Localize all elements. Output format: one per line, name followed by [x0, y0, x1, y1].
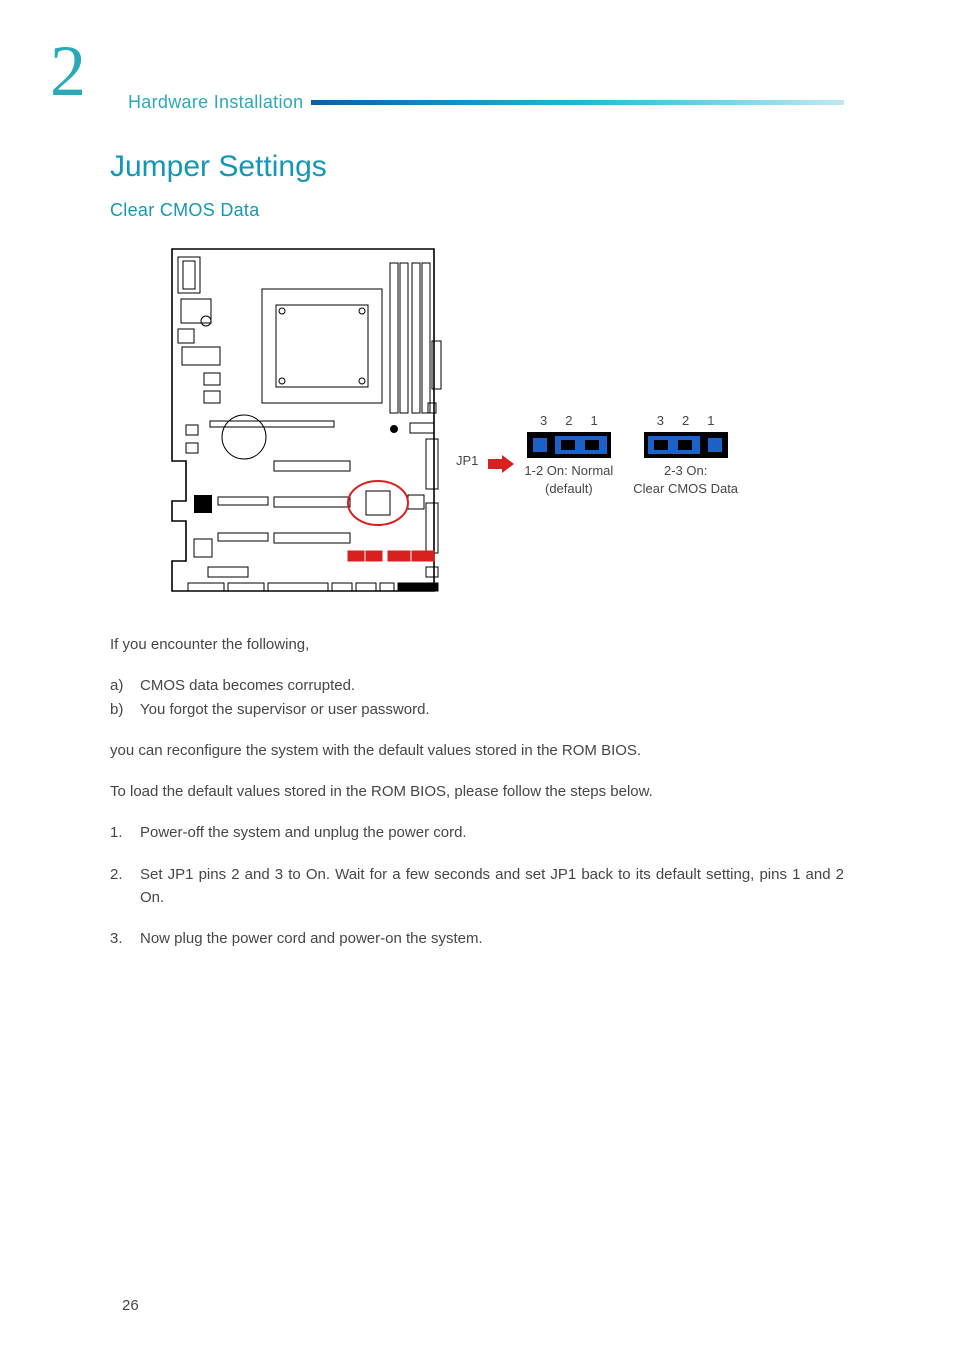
step-3-text: Now plug the power cord and power-on the…: [140, 927, 844, 950]
intro-paragraph: If you encounter the following,: [110, 633, 844, 656]
pin-label-3: 3: [540, 413, 547, 428]
jumper-state-clear: 3 2 1 2-3 On: Clear CMOS Data: [633, 413, 738, 497]
step-2-label: 2.: [110, 863, 140, 910]
step-3-label: 3.: [110, 927, 140, 950]
jumper-normal-line1: 1-2 On: Normal: [524, 462, 613, 480]
jumper-clear-line2: Clear CMOS Data: [633, 480, 738, 498]
step-2: 2. Set JP1 pins 2 and 3 to On. Wait for …: [110, 863, 844, 910]
chapter-title-small: Hardware Installation: [128, 92, 303, 113]
steps-list: 1. Power-off the system and unplug the p…: [110, 821, 844, 950]
condition-a: a) CMOS data becomes corrupted.: [110, 674, 844, 697]
subsection-heading-clear-cmos: Clear CMOS Data: [110, 200, 844, 221]
jumper-pins-normal-icon: [527, 432, 611, 458]
pin-label-2: 2: [565, 413, 572, 428]
motherboard-svg: [148, 243, 446, 597]
conditions-list: a) CMOS data becomes corrupted. b) You f…: [110, 674, 844, 721]
condition-b: b) You forgot the supervisor or user pas…: [110, 698, 844, 721]
arrow-icon: [488, 455, 514, 473]
section-heading-jumper-settings: Jumper Settings: [110, 150, 844, 184]
header-gradient-rule: [311, 100, 844, 105]
step-2-text: Set JP1 pins 2 and 3 to On. Wait for a f…: [140, 863, 844, 910]
post-conditions-paragraph: you can reconfigure the system with the …: [110, 739, 844, 762]
chapter-header-row: Hardware Installation: [128, 92, 844, 113]
pin-label-3b: 3: [657, 413, 664, 428]
condition-a-label: a): [110, 674, 140, 697]
page-number: 26: [122, 1297, 139, 1314]
motherboard-diagram: [148, 243, 446, 597]
jumper-pins-clear-icon: [644, 432, 728, 458]
condition-a-text: CMOS data becomes corrupted.: [140, 674, 355, 697]
pin-labels-normal: 3 2 1: [540, 413, 598, 428]
step-1-label: 1.: [110, 821, 140, 844]
jumper-clear-line1: 2-3 On:: [633, 462, 738, 480]
chapter-number: 2: [50, 30, 86, 113]
step-1-text: Power-off the system and unplug the powe…: [140, 821, 844, 844]
figure-row: JP1 3 2 1: [148, 243, 844, 597]
pin-labels-clear: 3 2 1: [657, 413, 715, 428]
jumper-normal-line2: (default): [524, 480, 613, 498]
jp1-label: JP1: [456, 453, 478, 468]
pin-label-2b: 2: [682, 413, 689, 428]
jumper-state-normal: 3 2 1 1-2 On: Normal (default): [524, 413, 613, 497]
steps-intro-paragraph: To load the default values stored in the…: [110, 780, 844, 803]
step-1: 1. Power-off the system and unplug the p…: [110, 821, 844, 844]
step-3: 3. Now plug the power cord and power-on …: [110, 927, 844, 950]
pin-label-1: 1: [590, 413, 597, 428]
condition-b-text: You forgot the supervisor or user passwo…: [140, 698, 430, 721]
body-text: If you encounter the following, a) CMOS …: [110, 633, 844, 950]
condition-b-label: b): [110, 698, 140, 721]
pin-label-1b: 1: [707, 413, 714, 428]
